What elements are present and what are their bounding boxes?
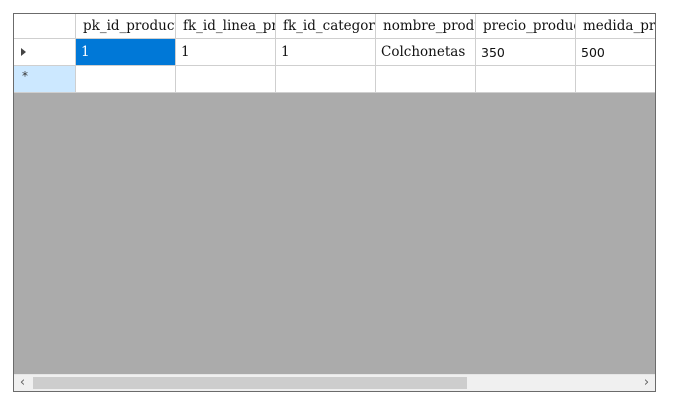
scrollbar-thumb[interactable] xyxy=(33,377,467,389)
data-grid-view[interactable]: pk_id_producto fk_id_linea_producto fk_i… xyxy=(13,13,656,392)
new-row-asterisk-icon: * xyxy=(22,69,28,83)
top-left-header-cell[interactable] xyxy=(14,14,76,39)
scroll-right-arrow-icon[interactable]: › xyxy=(638,375,655,391)
column-header-nombre-producto[interactable]: nombre_producto xyxy=(376,14,476,39)
cell-fk-id-linea-producto[interactable]: 1 xyxy=(176,39,276,66)
new-row: * xyxy=(14,66,655,93)
cell-pk-id-producto[interactable]: 1 xyxy=(76,39,176,66)
column-header-fk-id-categoria[interactable]: fk_id_categoria xyxy=(276,14,376,39)
column-header-row: pk_id_producto fk_id_linea_producto fk_i… xyxy=(14,14,655,39)
new-cell-nombre-producto[interactable] xyxy=(376,66,476,93)
column-header-medida-producto[interactable]: medida_producto xyxy=(576,14,655,39)
current-row-arrow-icon xyxy=(21,48,26,56)
new-cell-fk-id-categoria[interactable] xyxy=(276,66,376,93)
row-header[interactable] xyxy=(14,39,76,66)
new-row-header[interactable]: * xyxy=(14,66,76,93)
cell-medida-producto[interactable]: 500 xyxy=(576,39,655,66)
new-cell-pk-id-producto[interactable] xyxy=(76,66,176,93)
column-header-fk-id-linea-producto[interactable]: fk_id_linea_producto xyxy=(176,14,276,39)
horizontal-scrollbar[interactable]: ‹ › xyxy=(14,374,655,391)
column-header-pk-id-producto[interactable]: pk_id_producto xyxy=(76,14,176,39)
cell-fk-id-categoria[interactable]: 1 xyxy=(276,39,376,66)
cell-precio-producto[interactable]: 350 xyxy=(476,39,576,66)
new-cell-fk-id-linea-producto[interactable] xyxy=(176,66,276,93)
column-header-precio-producto[interactable]: precio_producto xyxy=(476,14,576,39)
new-cell-medida-producto[interactable] xyxy=(576,66,655,93)
new-cell-precio-producto[interactable] xyxy=(476,66,576,93)
cell-nombre-producto[interactable]: Colchonetas xyxy=(376,39,476,66)
table-row: 1 1 1 Colchonetas 350 500 xyxy=(14,39,655,66)
scroll-left-arrow-icon[interactable]: ‹ xyxy=(14,375,31,391)
